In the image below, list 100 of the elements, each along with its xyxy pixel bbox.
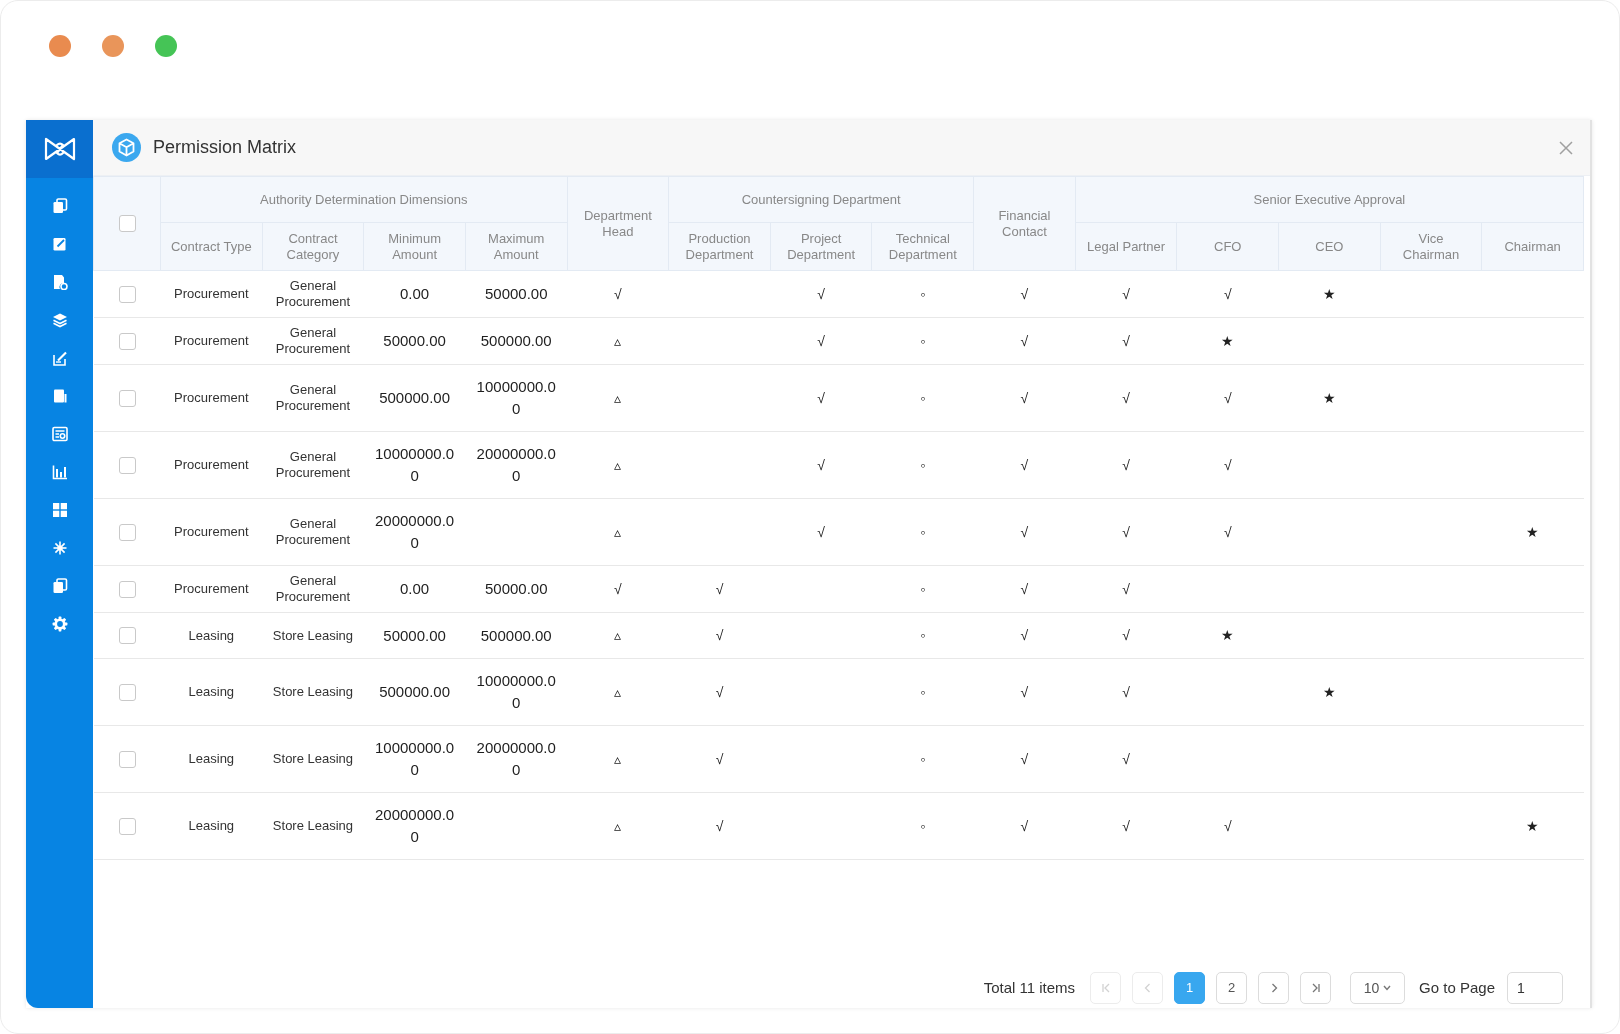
cube-icon xyxy=(112,133,141,162)
page-size-select[interactable]: 10 xyxy=(1350,972,1406,1004)
amount-text: 20000000.00 xyxy=(373,805,456,847)
row-checkbox[interactable] xyxy=(118,580,136,598)
column-header: Technical Department xyxy=(872,222,974,271)
approval-symbol: ▵ xyxy=(614,332,622,349)
approval-symbol: ◦ xyxy=(920,750,926,767)
amount-text: 0.00 xyxy=(400,579,430,599)
dialog-title: Permission Matrix xyxy=(153,136,297,159)
approval-symbol: ★ xyxy=(1221,332,1235,349)
last-page-button[interactable] xyxy=(1300,972,1332,1004)
approval-symbol: ★ xyxy=(1322,285,1336,302)
row-checkbox[interactable] xyxy=(118,285,136,303)
approval-symbol: ▵ xyxy=(614,523,622,540)
bar-chart-icon[interactable] xyxy=(51,464,68,480)
column-group-header: Authority Determination Dimensions xyxy=(160,176,568,223)
approval-symbol: √ xyxy=(1122,332,1130,349)
settings-icon[interactable] xyxy=(51,616,68,632)
approval-symbol: √ xyxy=(1122,683,1130,700)
approval-symbol: √ xyxy=(614,285,622,302)
window-control-icon[interactable] xyxy=(49,35,71,57)
contract-category-text: Store Leasing xyxy=(272,627,354,643)
amount-text: 20000000.00 xyxy=(475,444,557,486)
amount-text: 10000000.00 xyxy=(475,377,557,419)
first-page-icon xyxy=(1100,983,1111,993)
row-checkbox[interactable] xyxy=(118,683,136,701)
column-header: Contract Type xyxy=(160,222,263,271)
approval-symbol: √ xyxy=(715,750,724,767)
approval-symbol: ▵ xyxy=(614,817,622,834)
column-header: Legal Partner xyxy=(1075,222,1177,271)
search-list-icon[interactable] xyxy=(51,426,68,442)
approval-symbol: ◦ xyxy=(920,580,926,597)
column-group-header: Countersigning Department xyxy=(668,176,974,223)
window-control-icon[interactable] xyxy=(155,35,177,57)
caret-icon xyxy=(1383,985,1392,991)
page-button[interactable]: 2 xyxy=(1216,972,1248,1004)
copy-icon[interactable] xyxy=(51,578,68,594)
grid-icon[interactable] xyxy=(51,502,68,518)
approval-symbol: √ xyxy=(817,389,825,406)
row-checkbox[interactable] xyxy=(118,456,136,474)
edit-icon[interactable] xyxy=(51,236,68,252)
amount-text: 10000000.00 xyxy=(475,671,557,713)
window-control-icon[interactable] xyxy=(102,35,124,57)
last-page-icon xyxy=(1310,983,1321,993)
column-header: Project Department xyxy=(770,222,872,271)
layers-icon[interactable] xyxy=(51,312,68,328)
document-clock-icon[interactable] xyxy=(51,274,68,290)
approval-symbol: ★ xyxy=(1221,627,1235,643)
column-header: Production Department xyxy=(668,222,771,271)
report-icon[interactable] xyxy=(51,388,68,404)
close-icon[interactable] xyxy=(1559,140,1573,155)
select-all-checkbox[interactable] xyxy=(118,215,136,233)
approval-symbol: √ xyxy=(1122,389,1130,406)
approval-symbol: ▵ xyxy=(614,456,622,473)
column-header: Department Head xyxy=(567,176,669,271)
contract-category-text: General Procurement xyxy=(275,516,351,547)
amount-text: 0.00 xyxy=(400,284,430,304)
approval-symbol: ★ xyxy=(1322,683,1336,700)
approval-symbol: √ xyxy=(1122,627,1130,643)
contract-category-text: Store Leasing xyxy=(272,751,354,766)
approval-symbol: ◦ xyxy=(920,627,926,643)
approval-symbol: √ xyxy=(1020,580,1029,597)
approval-symbol: √ xyxy=(1020,627,1029,643)
approval-symbol: ◦ xyxy=(920,456,926,473)
total-items-text: Total 11 items xyxy=(983,977,1076,998)
contract-type-text: Procurement xyxy=(174,333,249,348)
approval-symbol: √ xyxy=(715,580,724,597)
column-header: Chairman xyxy=(1481,222,1584,271)
contract-category-text: General Procurement xyxy=(275,325,351,356)
copy-icon[interactable] xyxy=(51,198,68,214)
next-page-button[interactable] xyxy=(1258,972,1290,1004)
page-number-input[interactable]: 1 xyxy=(1507,972,1563,1004)
row-checkbox[interactable] xyxy=(118,523,136,541)
contract-category-text: General Procurement xyxy=(275,449,351,480)
row-checkbox[interactable] xyxy=(118,389,136,407)
pen-paper-icon[interactable] xyxy=(51,350,68,366)
contract-category-text: General Procurement xyxy=(275,278,351,309)
column-header: Minimum Amount xyxy=(363,222,466,271)
row-checkbox[interactable] xyxy=(118,817,136,835)
approval-symbol: √ xyxy=(614,580,622,597)
go-to-page-label: Go to Page xyxy=(1419,977,1495,998)
approval-symbol: √ xyxy=(1223,817,1232,834)
approval-symbol: √ xyxy=(1020,750,1029,767)
row-checkbox[interactable] xyxy=(118,627,136,645)
approval-symbol: √ xyxy=(1223,456,1232,473)
amount-text: 50000.00 xyxy=(484,579,548,599)
approval-symbol: √ xyxy=(817,332,825,349)
approval-symbol: √ xyxy=(1223,389,1232,406)
approval-symbol: ▵ xyxy=(614,750,622,767)
row-checkbox[interactable] xyxy=(118,332,136,350)
contract-type-text: Leasing xyxy=(188,818,235,833)
approval-symbol: √ xyxy=(1020,523,1029,540)
column-header: Financial Contact xyxy=(973,176,1076,271)
approval-symbol: √ xyxy=(1020,389,1029,406)
approval-symbol: ▵ xyxy=(614,683,622,700)
approval-symbol: ★ xyxy=(1322,389,1336,406)
column-header: Vice Chairman xyxy=(1380,222,1482,271)
amount-text: 10000000.00 xyxy=(373,738,456,780)
snowflake-icon[interactable] xyxy=(51,540,68,556)
row-checkbox[interactable] xyxy=(118,750,136,768)
